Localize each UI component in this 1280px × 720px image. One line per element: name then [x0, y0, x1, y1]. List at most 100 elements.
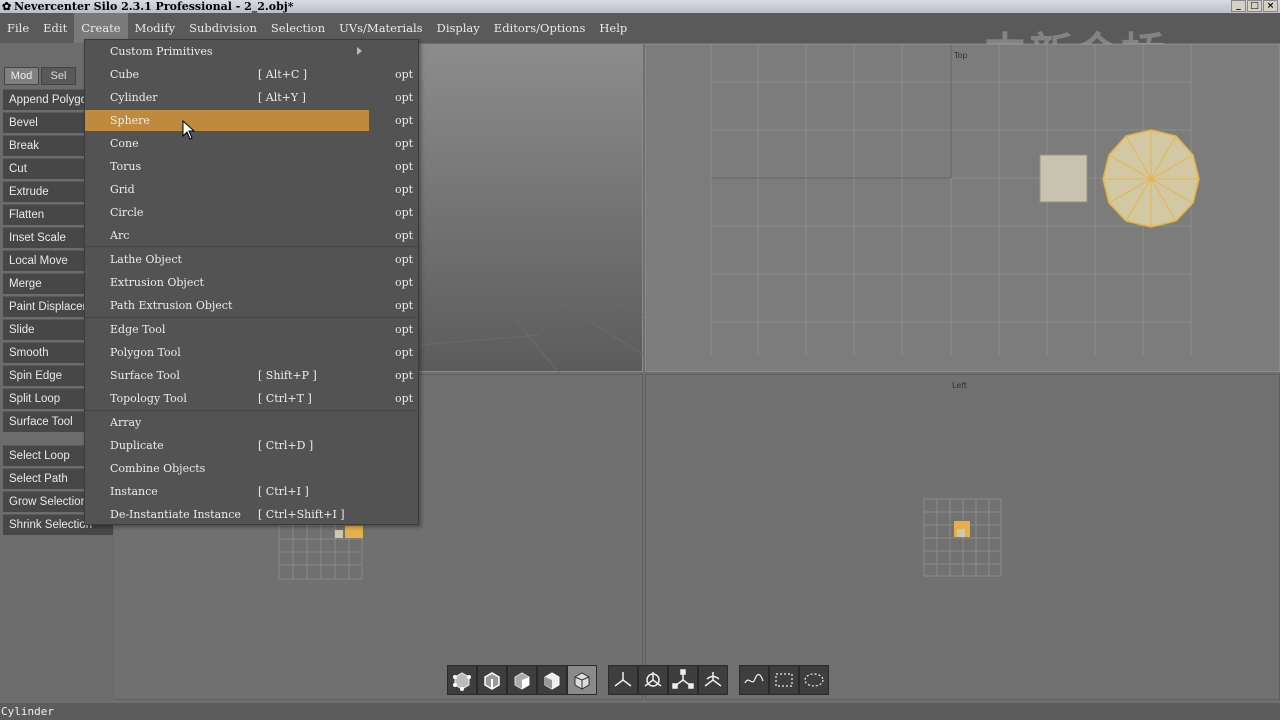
menu-item-options[interactable]: opt: [395, 248, 413, 271]
menu-item-grid[interactable]: Grid opt: [85, 178, 418, 201]
menu-item-topology-tool[interactable]: Topology Tool [ Ctrl+T ] opt: [85, 387, 418, 410]
menu-item-label: Array: [110, 416, 142, 429]
scale-icon[interactable]: [668, 665, 698, 695]
menu-item-arc[interactable]: Arc opt: [85, 224, 418, 247]
menu-item-label: Circle: [110, 206, 144, 219]
menu-item-label: Topology Tool: [110, 392, 187, 405]
maximize-button[interactable]: □: [1247, 0, 1262, 12]
menu-file[interactable]: File: [0, 13, 36, 43]
menu-item-cone[interactable]: Cone opt: [85, 132, 418, 155]
menu-item-label: Cone: [110, 137, 139, 150]
menu-item-extrusion-object[interactable]: Extrusion Object opt: [85, 271, 418, 294]
menu-item-options[interactable]: opt: [395, 155, 413, 178]
menu-editors-options[interactable]: Editors/Options: [487, 13, 593, 43]
menu-item-label: Edge Tool: [110, 323, 166, 336]
tab-sel[interactable]: Sel: [41, 67, 76, 85]
menu-help[interactable]: Help: [592, 13, 634, 43]
universal-manipulator-icon[interactable]: [698, 665, 728, 695]
face-mode-icon[interactable]: [507, 665, 537, 695]
menu-edit[interactable]: Edit: [36, 13, 74, 43]
menu-item-options[interactable]: opt: [395, 318, 413, 341]
menu-item-options[interactable]: opt: [395, 201, 413, 224]
transform-toolbar: [608, 665, 728, 695]
menu-item-options[interactable]: opt: [395, 178, 413, 201]
menu-item-label: Polygon Tool: [110, 346, 181, 359]
object-mode-icon[interactable]: [537, 665, 567, 695]
left-viewport-label: Left: [952, 381, 968, 390]
menu-item-array[interactable]: Array: [85, 411, 418, 434]
menu-item-shortcut: [ Alt+Y ]: [258, 91, 306, 104]
box-select-icon[interactable]: [769, 665, 799, 695]
tab-mod[interactable]: Mod: [4, 67, 39, 85]
edge-mode-icon[interactable]: [477, 665, 507, 695]
window-controls: _ □ ×: [1231, 0, 1278, 12]
all-mode-icon[interactable]: [567, 665, 597, 695]
select-tool-toolbar: [739, 665, 829, 695]
close-button[interactable]: ×: [1263, 0, 1278, 12]
menu-separator: [85, 246, 418, 247]
menu-item-edge-tool[interactable]: Edge Tool opt: [85, 318, 418, 341]
menu-item-circle[interactable]: Circle opt: [85, 201, 418, 224]
minimize-button[interactable]: _: [1231, 0, 1246, 12]
menu-item-instance[interactable]: Instance [ Ctrl+I ]: [85, 480, 418, 503]
menu-item-options[interactable]: opt: [395, 86, 413, 109]
menu-item-label: Combine Objects: [110, 462, 206, 475]
title-bar: ✿ Nevercenter Silo 2.3.1 Professional - 2…: [0, 0, 1280, 13]
menu-item-options[interactable]: opt: [395, 341, 413, 364]
menu-item-label: Cylinder: [110, 91, 158, 104]
menu-item-polygon-tool[interactable]: Polygon Tool opt: [85, 341, 418, 364]
app-logo-icon: ✿: [2, 0, 12, 13]
menu-item-options[interactable]: opt: [395, 387, 413, 410]
menu-item-options[interactable]: opt: [395, 364, 413, 387]
left-grid: [923, 498, 1002, 577]
menu-item-options[interactable]: opt: [395, 109, 413, 132]
menu-item-label: Cube: [110, 68, 140, 81]
menu-item-options[interactable]: opt: [395, 224, 413, 247]
perspective-viewport[interactable]: [418, 44, 645, 374]
menu-item-label: Grid: [110, 183, 135, 196]
selection-mode-toolbar: [447, 665, 597, 695]
menu-item-label: Surface Tool: [110, 369, 180, 382]
menu-item-options[interactable]: opt: [395, 63, 413, 86]
menu-item-lathe-object[interactable]: Lathe Object opt: [85, 248, 418, 271]
status-bar: Cylinder: [0, 703, 1280, 720]
vertex-mode-icon[interactable]: [447, 665, 477, 695]
lasso-select-icon[interactable]: [739, 665, 769, 695]
menu-item-cube[interactable]: Cube [ Alt+C ] opt: [85, 63, 418, 86]
menu-item-duplicate[interactable]: Duplicate [ Ctrl+D ]: [85, 434, 418, 457]
menu-item-shortcut: [ Ctrl+D ]: [258, 439, 314, 452]
menu-item-label: Torus: [110, 160, 142, 173]
top-viewport[interactable]: Top: [645, 44, 1280, 372]
menu-item-label: Duplicate: [110, 439, 164, 452]
status-text: Cylinder: [1, 705, 54, 718]
menu-item-surface-tool[interactable]: Surface Tool [ Shift+P ] opt: [85, 364, 418, 387]
cube-object[interactable]: [1039, 154, 1088, 203]
menu-item-label: De-Instantiate Instance: [110, 508, 241, 521]
menu-item-options[interactable]: opt: [395, 271, 413, 294]
menu-item-shortcut: [ Ctrl+T ]: [258, 392, 312, 405]
menu-item-path-extrusion-object[interactable]: Path Extrusion Object opt: [85, 294, 418, 317]
move-icon[interactable]: [608, 665, 638, 695]
rotate-icon[interactable]: [638, 665, 668, 695]
left-viewport[interactable]: Left: [645, 374, 1280, 700]
top-viewport-label: Top: [954, 51, 968, 60]
menu-item-sphere[interactable]: Sphere opt: [85, 109, 418, 132]
menu-display[interactable]: Display: [430, 13, 487, 43]
top-grid: [710, 45, 1200, 355]
menu-item-options[interactable]: opt: [395, 132, 413, 155]
menu-item-label: Instance: [110, 485, 158, 498]
menu-item-combine-objects[interactable]: Combine Objects: [85, 457, 418, 480]
menu-item-shortcut: [ Ctrl+Shift+I ]: [258, 508, 345, 521]
sphere-object[interactable]: [1102, 129, 1200, 228]
menu-item-shortcut: [ Shift+P ]: [258, 369, 317, 382]
menu-item-label: Extrusion Object: [110, 276, 204, 289]
menu-item-torus[interactable]: Torus opt: [85, 155, 418, 178]
menu-item-cylinder[interactable]: Cylinder [ Alt+Y ] opt: [85, 86, 418, 109]
paint-select-icon[interactable]: [799, 665, 829, 695]
menu-item-de-instantiate-instance[interactable]: De-Instantiate Instance [ Ctrl+Shift+I ]: [85, 503, 418, 526]
menu-item-label: Lathe Object: [110, 253, 182, 266]
menu-item-label: Custom Primitives: [110, 45, 213, 58]
menu-item-options[interactable]: opt: [395, 294, 413, 317]
menu-item-custom-primitives[interactable]: Custom Primitives: [85, 40, 418, 63]
menu-item-shortcut: [ Ctrl+I ]: [258, 485, 309, 498]
